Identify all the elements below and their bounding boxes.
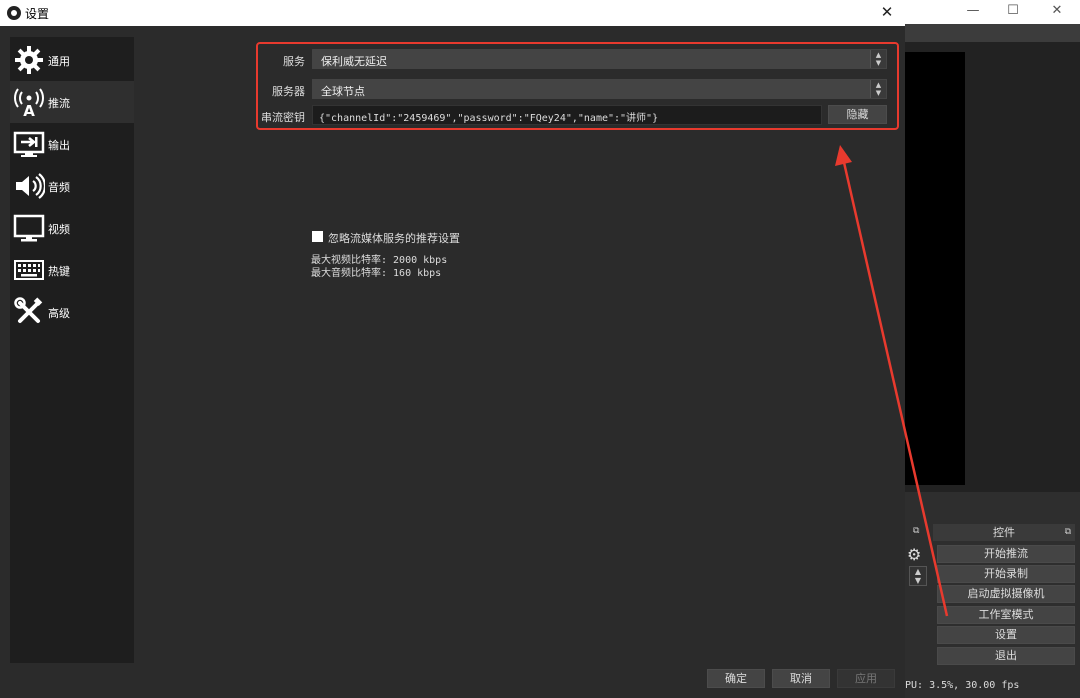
dialog-title-bar: 设置 ✕: [0, 0, 905, 26]
sidebar-item-output[interactable]: 输出: [10, 123, 134, 165]
controls-dock-title: 控件 ⧉: [933, 524, 1075, 541]
maximize-button[interactable]: ☐: [1003, 2, 1023, 20]
close-icon[interactable]: ✕: [877, 2, 897, 22]
minimize-button[interactable]: —: [963, 2, 983, 20]
sidebar-item-label: 音频: [48, 181, 70, 194]
sidebar-item-audio[interactable]: 音频: [10, 165, 134, 207]
main-title-bar: — ☐ ✕: [905, 0, 1080, 24]
start-recording-button[interactable]: 开始录制: [937, 565, 1075, 583]
start-streaming-button[interactable]: 开始推流: [937, 545, 1075, 563]
gear-icon[interactable]: ⚙: [907, 545, 921, 564]
settings-dialog: 设置 ✕ 通用 A 推流 输出 音频 视频 热键 高级 服务 保利威无延迟 ▲ …: [0, 0, 905, 698]
start-virtual-camera-button[interactable]: 启动虚拟摄像机: [937, 585, 1075, 603]
max-audio-bitrate: 最大音频比特率: 160 kbps: [311, 268, 442, 279]
status-bar-text: PU: 3.5%, 30.00 fps: [905, 680, 1020, 691]
monitor-icon: [13, 212, 45, 244]
dialog-title: 设置: [25, 7, 50, 21]
sidebar-item-label: 高级: [48, 307, 70, 320]
obs-main-window: — ☐ ✕ ⧉ 控件 ⧉ ⚙ ▲ ▼ 开始推流 开始录制 启动虚拟摄像机 工作室模…: [905, 0, 1080, 698]
keyboard-icon: [13, 254, 45, 286]
preview-area: [905, 42, 1080, 492]
obs-logo-icon: [7, 6, 21, 20]
ok-button[interactable]: 确定: [707, 669, 765, 688]
preview-canvas: [905, 52, 965, 485]
sidebar-item-label: 视频: [48, 223, 70, 236]
settings-button[interactable]: 设置: [937, 626, 1075, 644]
dock-float-icon[interactable]: ⧉: [913, 526, 919, 536]
sidebar-item-label: 通用: [48, 55, 70, 68]
svg-text:A: A: [23, 102, 35, 118]
ignore-recommendations-label: 忽略流媒体服务的推荐设置: [328, 232, 460, 245]
sidebar-item-label: 推流: [48, 97, 70, 110]
cancel-button[interactable]: 取消: [772, 669, 830, 688]
sidebar-item-general[interactable]: 通用: [10, 39, 134, 81]
studio-mode-button[interactable]: 工作室模式: [937, 606, 1075, 624]
output-icon: [13, 128, 45, 160]
speaker-icon: [13, 170, 47, 202]
settings-sidebar: 通用 A 推流 输出 音频 视频 热键 高级: [10, 37, 134, 663]
annotation-highlight-box: [256, 42, 899, 130]
sidebar-item-video[interactable]: 视频: [10, 207, 134, 249]
sidebar-item-stream[interactable]: A 推流: [10, 81, 134, 123]
main-menu-bar: [905, 24, 1080, 42]
spinner-arrows[interactable]: ▲ ▼: [909, 566, 927, 586]
exit-button[interactable]: 退出: [937, 647, 1075, 665]
broadcast-icon: A: [13, 86, 45, 120]
dock-float-icon[interactable]: ⧉: [1065, 524, 1071, 541]
sidebar-item-label: 输出: [48, 139, 70, 152]
gear-icon: [13, 44, 45, 76]
apply-button[interactable]: 应用: [837, 669, 895, 688]
sidebar-item-hotkeys[interactable]: 热键: [10, 249, 134, 291]
controls-dock-label: 控件: [993, 526, 1015, 539]
close-button[interactable]: ✕: [1047, 2, 1067, 20]
sidebar-item-label: 热键: [48, 265, 70, 278]
ignore-recommendations-checkbox[interactable]: [312, 231, 323, 242]
tools-icon: [13, 296, 45, 328]
sidebar-item-advanced[interactable]: 高级: [10, 291, 134, 333]
